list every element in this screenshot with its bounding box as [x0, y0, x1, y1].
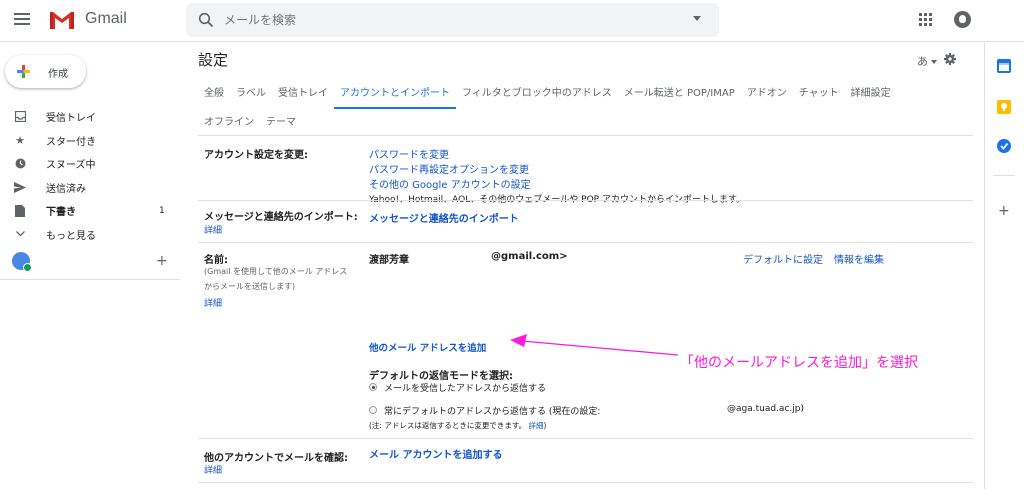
- tasks-icon[interactable]: [997, 139, 1011, 153]
- reply-from-received-label: メールを受信したアドレスから返信する: [384, 384, 547, 394]
- app-name[interactable]: Gmail: [85, 10, 127, 28]
- add-contact-plus-icon[interactable]: +: [156, 253, 168, 269]
- reply-note-close: ): [543, 421, 547, 430]
- keep-icon[interactable]: [997, 100, 1011, 114]
- tab-offline[interactable]: オフライン: [204, 109, 254, 138]
- tab-inbox[interactable]: 受信トレイ: [278, 80, 328, 109]
- sidebar-item-label: スヌーズ中: [46, 160, 96, 172]
- compose-label: 作成: [48, 69, 68, 80]
- search-bar[interactable]: [186, 3, 719, 37]
- calendar-icon[interactable]: [997, 59, 1011, 73]
- chevron-down-icon: [14, 228, 26, 240]
- tab-advanced[interactable]: 詳細設定: [851, 80, 891, 109]
- account-settings-label: アカウント設定を変更:: [204, 150, 308, 161]
- sidebar-divider: [0, 279, 180, 280]
- drafts-count: 1: [159, 205, 165, 216]
- reply-from-default-label: 常にデフォルトのアドレスから返信する (現在の設定:: [384, 407, 601, 417]
- sidebar-item-label: 受信トレイ: [46, 113, 96, 125]
- sidebar-item-drafts[interactable]: 下書き 1: [0, 199, 180, 223]
- set-default-link[interactable]: デフォルトに設定: [743, 251, 823, 266]
- import-mail-contacts-link[interactable]: メッセージと連絡先のインポート: [369, 210, 519, 225]
- change-password-link[interactable]: パスワードを変更: [369, 146, 449, 161]
- sidebar-item-label: スター付き: [46, 136, 96, 148]
- sender-email: @gmail.com>: [491, 251, 568, 262]
- tabs-divider: [198, 135, 973, 136]
- add-mail-account-link[interactable]: メール アカウントを追加する: [369, 446, 502, 461]
- gmail-logo-icon[interactable]: [48, 9, 76, 31]
- compose-button[interactable]: 作成: [5, 55, 86, 88]
- import-description: Yahoo!、Hotmail、AOL、その他のウェブメールや POP アカウント…: [369, 195, 746, 205]
- star-icon: ★: [15, 133, 25, 147]
- sidebar-item-label: もっと見る: [46, 230, 96, 242]
- settings-tabs-row: 全般 ラベル 受信トレイ アカウントとインポート フィルタとブロック中のアドレス…: [198, 80, 973, 109]
- settings-tabs: 全般 ラベル 受信トレイ アカウントとインポート フィルタとブロック中のアドレス…: [198, 80, 973, 138]
- gear-icon[interactable]: [944, 53, 956, 65]
- send-icon: [14, 181, 26, 193]
- tab-accounts-import[interactable]: アカウントとインポート: [334, 80, 456, 109]
- sidebar-item-snoozed[interactable]: スヌーズ中: [0, 152, 180, 176]
- hangouts-avatar-icon[interactable]: [12, 252, 32, 272]
- send-as-description-line2: からメールを送信します): [204, 282, 296, 291]
- search-icon[interactable]: [198, 12, 214, 28]
- section-divider: [198, 200, 973, 201]
- page-title: 設定: [198, 51, 229, 69]
- tab-general[interactable]: 全般: [204, 80, 224, 109]
- annotation-arrow-icon: [510, 334, 679, 356]
- reply-from-default-radio[interactable]: [369, 406, 377, 414]
- get-addons-plus-icon[interactable]: +: [998, 203, 1010, 219]
- settings-tabs-row: オフライン テーマ: [198, 109, 973, 138]
- sidebar-item-starred[interactable]: ★ スター付き: [0, 129, 180, 153]
- reply-note-text: (注: アドレスは返信するときに変更できます。: [369, 421, 527, 430]
- current-setting-address: @aga.tuad.ac.jp): [727, 404, 804, 414]
- section-divider: [198, 438, 973, 439]
- check-mail-detail-link[interactable]: 詳細: [204, 463, 222, 476]
- input-language-button[interactable]: あ: [917, 53, 937, 69]
- reply-note: (注: アドレスは返信するときに変更できます。 詳細): [369, 420, 546, 431]
- section-divider: [198, 242, 973, 243]
- send-as-detail-link[interactable]: 詳細: [204, 296, 222, 309]
- search-input[interactable]: [224, 10, 644, 30]
- tab-labels[interactable]: ラベル: [236, 80, 266, 109]
- sidebar-item-sent[interactable]: 送信済み: [0, 176, 180, 200]
- check-mail-label: 他のアカウントでメールを確認:: [204, 453, 348, 464]
- search-options-caret-icon[interactable]: [693, 16, 701, 21]
- sidebar-nav: 受信トレイ ★ スター付き スヌーズ中 送信済み 下書き 1 もっと見る: [0, 105, 180, 246]
- apps-grid-icon[interactable]: [919, 13, 933, 27]
- reply-note-detail-link[interactable]: 詳細: [528, 421, 543, 430]
- tab-filters[interactable]: フィルタとブロック中のアドレス: [462, 80, 612, 109]
- reply-mode-label: デフォルトの返信モードを選択:: [369, 371, 513, 382]
- send-as-description-line1: (Gmail を使用して他のメール アドレス: [204, 267, 348, 276]
- annotation-text: 「他のメールアドレスを追加」を選択: [680, 355, 918, 371]
- sender-name: 渡部芳章: [369, 255, 409, 266]
- sidebar-item-label: 下書き: [46, 207, 76, 219]
- top-bar: Gmail: [0, 0, 1024, 42]
- tab-addons[interactable]: アドオン: [747, 80, 787, 109]
- account-avatar-icon[interactable]: [954, 11, 971, 28]
- change-recovery-options-link[interactable]: パスワード再設定オプションを変更: [369, 161, 529, 176]
- draft-icon: [14, 204, 26, 217]
- sidebar-item-inbox[interactable]: 受信トレイ: [0, 105, 180, 129]
- other-google-account-settings-link[interactable]: その他の Google アカウントの設定: [369, 176, 531, 191]
- chevron-down-icon: [931, 60, 937, 64]
- input-language-label: あ: [917, 55, 928, 68]
- section-divider: [198, 482, 973, 483]
- main-menu-icon[interactable]: [14, 13, 30, 25]
- side-panel-divider: [993, 175, 1015, 176]
- import-label: メッセージと連絡先のインポート:: [204, 212, 358, 223]
- reply-from-received-radio[interactable]: [369, 383, 377, 391]
- tab-forwarding-pop-imap[interactable]: メール転送と POP/IMAP: [624, 80, 735, 109]
- clock-icon: [14, 158, 26, 170]
- sidebar-item-label: 送信済み: [46, 183, 86, 195]
- compose-plus-icon: [17, 65, 30, 78]
- send-as-label: 名前:: [204, 255, 228, 266]
- side-panel: +: [984, 43, 1024, 489]
- tab-chat[interactable]: チャット: [799, 80, 839, 109]
- tab-themes[interactable]: テーマ: [266, 109, 296, 138]
- import-detail-link[interactable]: 詳細: [204, 223, 222, 236]
- sidebar-item-more[interactable]: もっと見る: [0, 223, 180, 247]
- inbox-icon: [14, 111, 26, 123]
- edit-info-link[interactable]: 情報を編集: [834, 251, 884, 266]
- add-another-address-link[interactable]: 他のメール アドレスを追加: [369, 340, 486, 354]
